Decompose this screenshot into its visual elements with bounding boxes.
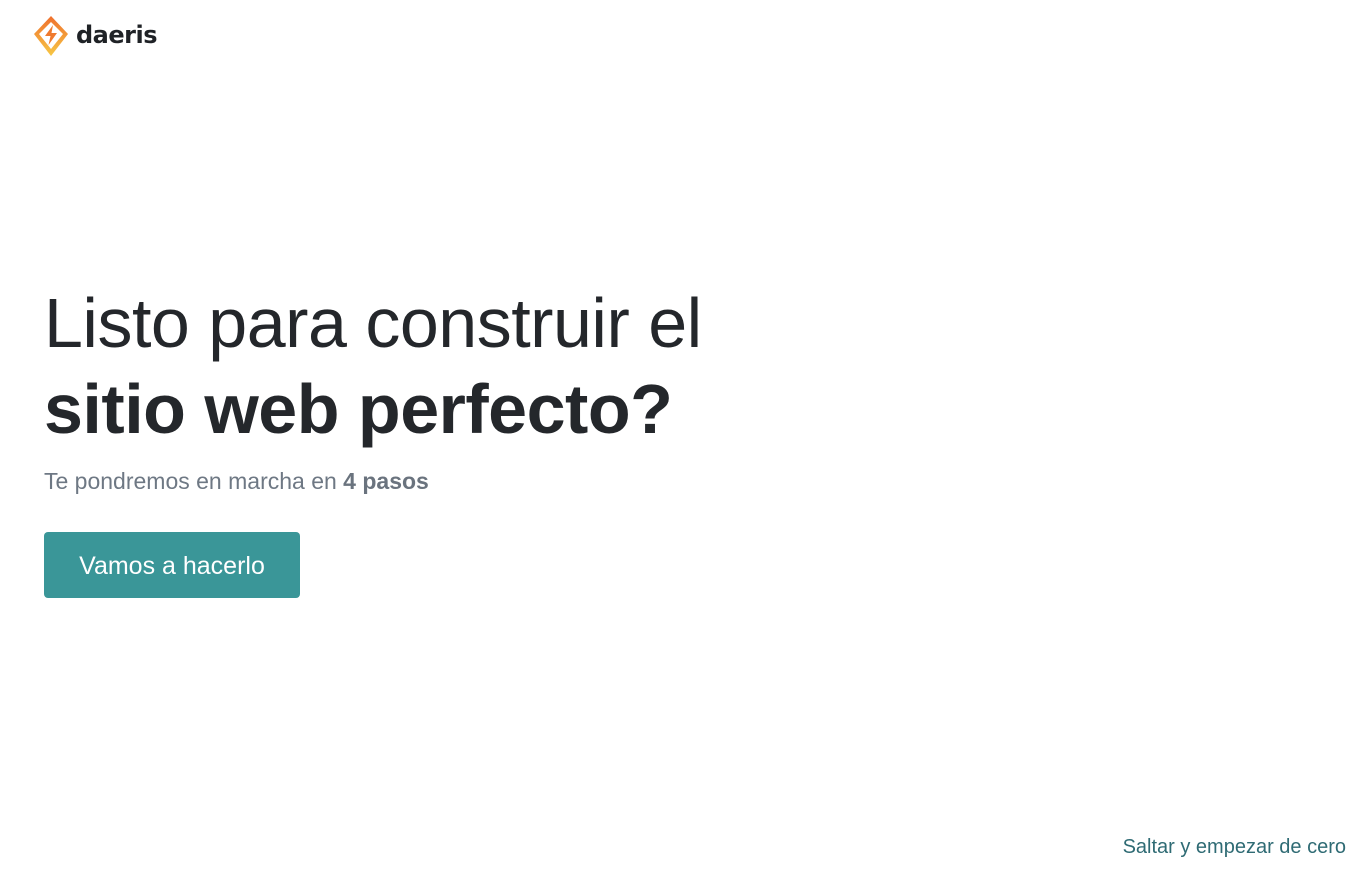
subtitle-steps-count: 4 pasos: [343, 468, 429, 494]
onboarding-page: daeris Listo para construir el sitio web…: [0, 0, 1365, 881]
headline-line-1: Listo para construir el: [44, 284, 702, 362]
hero-headline: Listo para construir el sitio web perfec…: [44, 282, 702, 450]
headline-line-2: sitio web perfecto?: [44, 370, 673, 448]
skip-link[interactable]: Saltar y empezar de cero: [1123, 836, 1346, 859]
hero-subtitle: Te pondremos en marcha en 4 pasos: [44, 466, 702, 496]
brand-logo[interactable]: daeris: [32, 14, 158, 58]
lightning-diamond-icon: [34, 16, 68, 56]
brand-name: daeris: [76, 21, 158, 49]
start-button[interactable]: Vamos a hacerlo: [44, 532, 300, 598]
subtitle-text: Te pondremos en marcha en: [44, 468, 344, 494]
hero-section: Listo para construir el sitio web perfec…: [44, 282, 702, 598]
